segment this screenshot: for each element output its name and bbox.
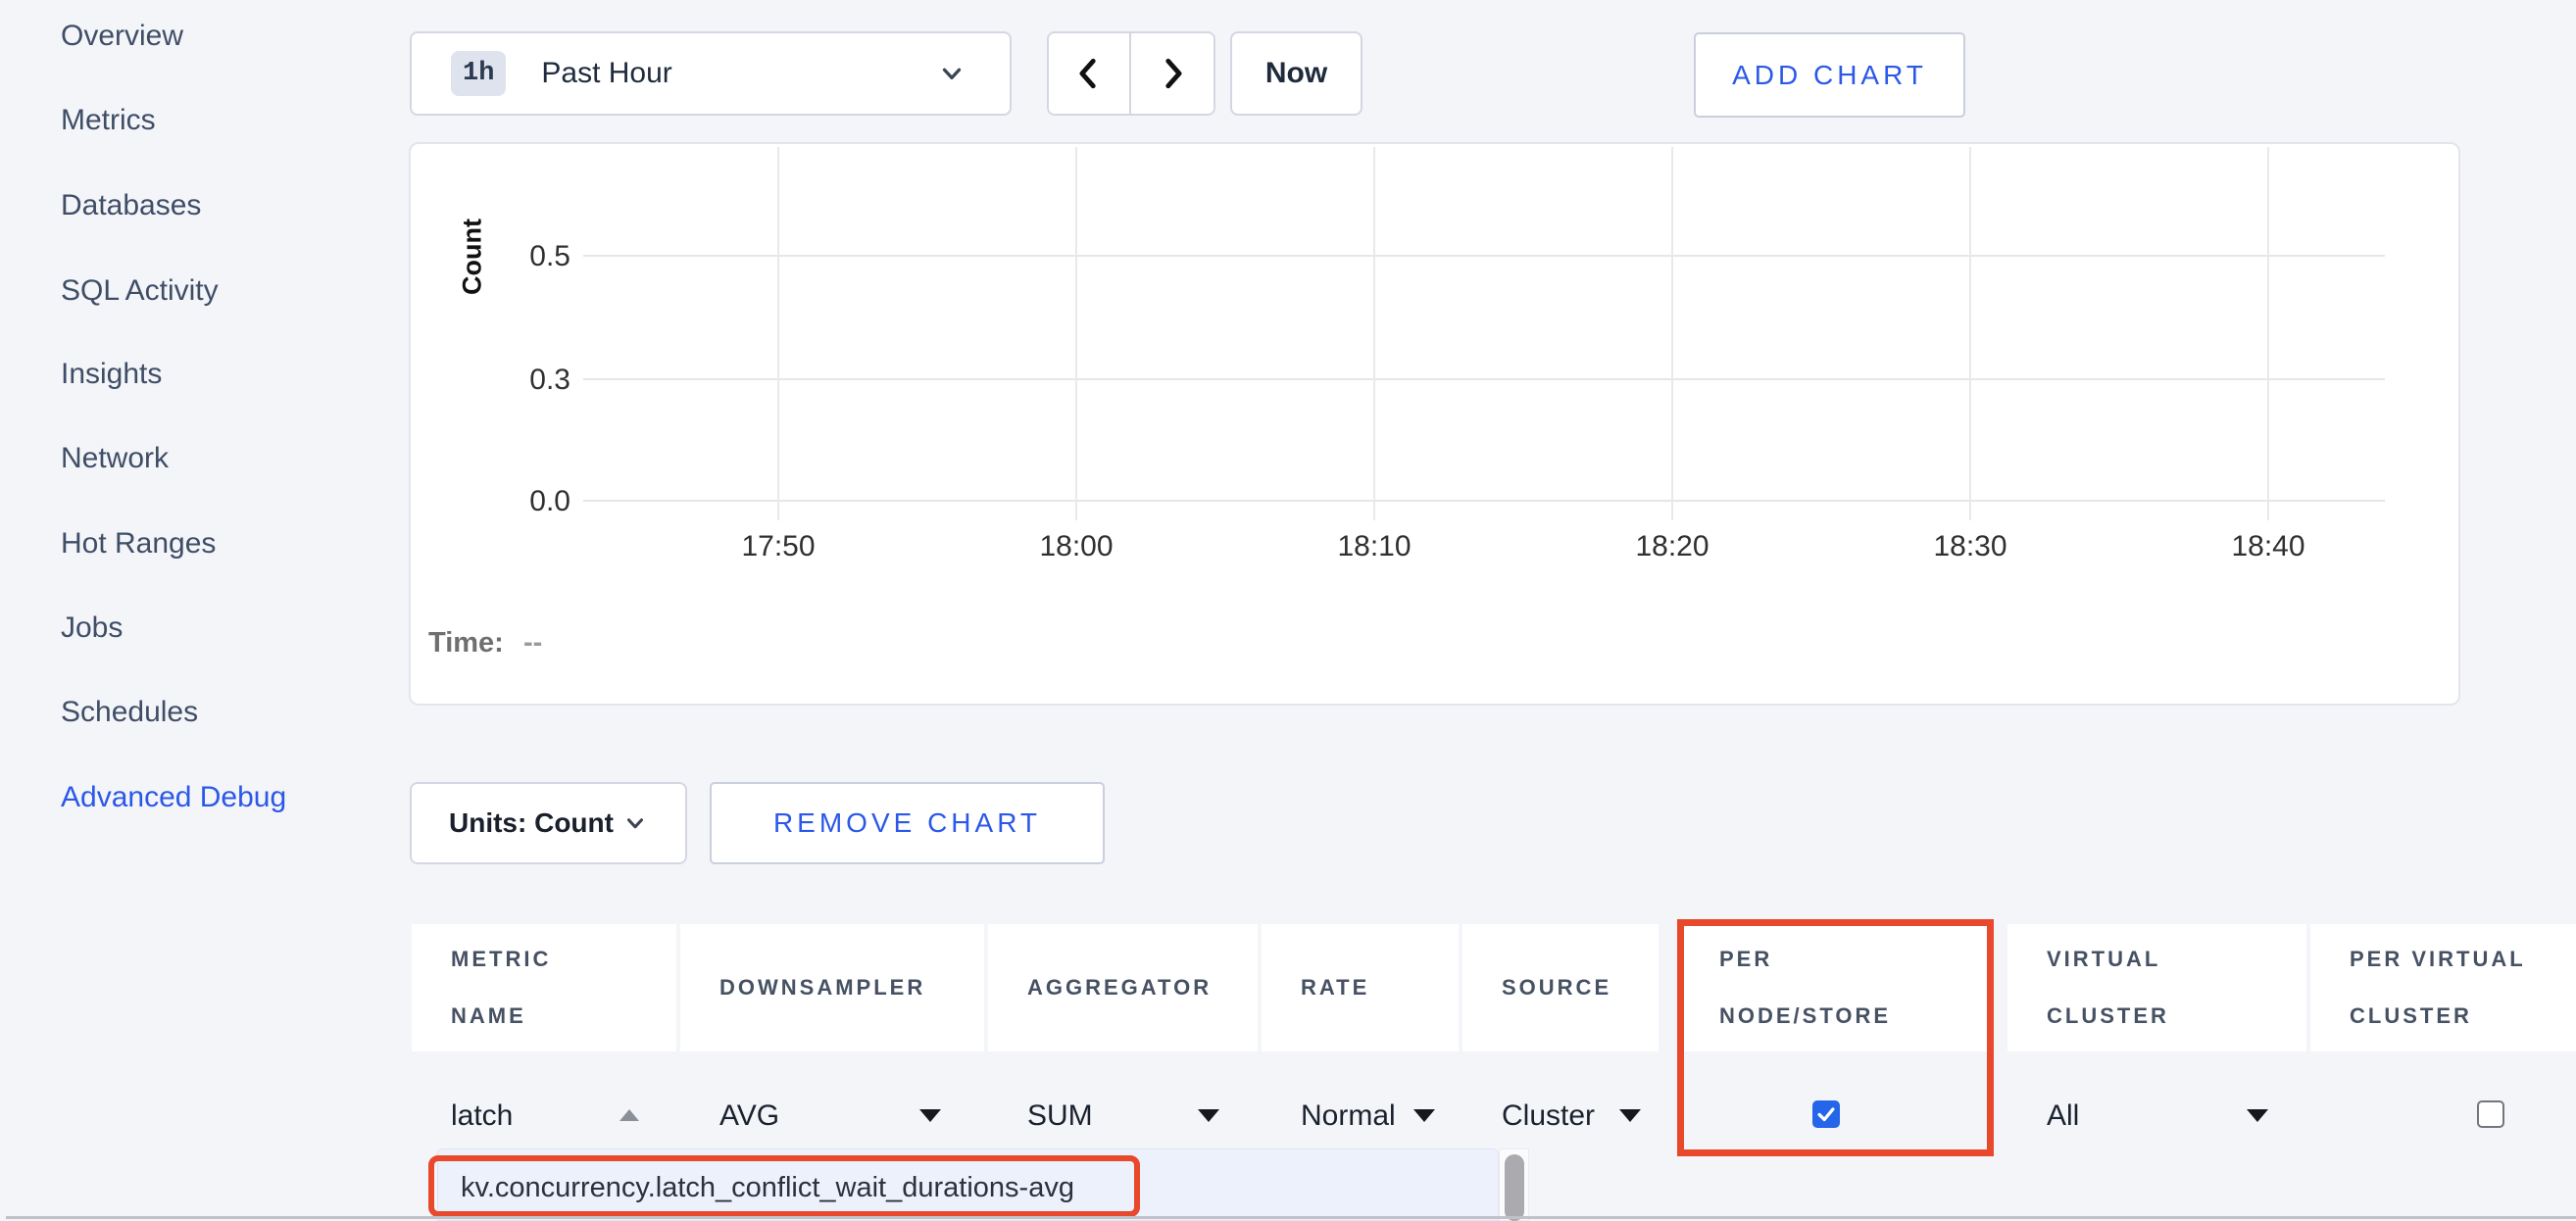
- next-time-button[interactable]: [1131, 33, 1214, 114]
- rate-caret-icon[interactable]: [1413, 1109, 1435, 1122]
- chart-gridline: [1373, 147, 1375, 520]
- chart-gridline: [2267, 147, 2269, 520]
- y-tick-label: 0.5: [472, 240, 570, 273]
- time-range-selector[interactable]: 1h Past Hour: [410, 31, 1012, 116]
- column-header-virtual-cluster: VIRTUAL CLUSTER: [2007, 924, 2306, 1051]
- per-virtual-cluster-checkbox[interactable]: [2477, 1100, 2504, 1128]
- sidebar-item-overview[interactable]: Overview: [61, 16, 183, 57]
- x-tick-label: 18:40: [2200, 530, 2337, 563]
- sidebar-item-jobs[interactable]: Jobs: [61, 608, 123, 649]
- virtual-cluster-caret-icon[interactable]: [2247, 1109, 2268, 1122]
- column-header-source: SOURCE: [1462, 924, 1659, 1051]
- chart-gridline: [1075, 147, 1077, 520]
- units-dropdown[interactable]: Units: Count: [410, 782, 687, 864]
- chart-gridline: [583, 378, 2385, 380]
- column-header-label: PER VIRTUAL CLUSTER: [2350, 931, 2576, 1045]
- column-header-downsampler: DOWNSAMPLER: [680, 924, 984, 1051]
- column-header-label: AGGREGATOR: [1027, 959, 1212, 1016]
- y-tick-label: 0.3: [472, 364, 570, 397]
- column-header-per-node-store: PER NODE/STORE: [1680, 924, 1992, 1051]
- column-header-rate: RATE: [1262, 924, 1459, 1051]
- chart-gridline: [1969, 147, 1971, 520]
- now-button[interactable]: Now: [1230, 31, 1362, 116]
- chart-gridline: [583, 255, 2385, 257]
- time-range-label: Past Hour: [541, 57, 671, 90]
- chevron-down-icon: [937, 59, 966, 88]
- sidebar-item-schedules[interactable]: Schedules: [61, 692, 198, 733]
- x-tick-label: 17:50: [710, 530, 847, 563]
- prev-time-button[interactable]: [1049, 33, 1131, 114]
- sidebar-item-sql-activity[interactable]: SQL Activity: [61, 270, 219, 312]
- chevron-right-icon: [1156, 54, 1189, 93]
- metric-autocomplete-option[interactable]: kv.concurrency.latch_conflict_wait_durat…: [461, 1172, 1074, 1204]
- add-chart-button[interactable]: ADD CHART: [1694, 32, 1965, 118]
- column-header-label: METRIC NAME: [451, 931, 618, 1045]
- chart-gridline: [1671, 147, 1673, 520]
- chevron-left-icon: [1072, 54, 1106, 93]
- rate-select[interactable]: Normal: [1301, 1099, 1396, 1133]
- x-tick-label: 18:30: [1902, 530, 2039, 563]
- source-select[interactable]: Cluster: [1502, 1099, 1595, 1133]
- hover-time-value: --: [523, 627, 542, 659]
- per-node-store-checkbox[interactable]: [1812, 1100, 1840, 1128]
- column-header-label: PER NODE/STORE: [1719, 931, 1920, 1045]
- chart-gridline: [583, 500, 2385, 502]
- x-tick-label: 18:20: [1604, 530, 1741, 563]
- column-header-label: SOURCE: [1502, 959, 1611, 1016]
- checkmark-icon: [1815, 1103, 1837, 1125]
- x-tick-label: 18:00: [1008, 530, 1145, 563]
- column-header-label: RATE: [1301, 959, 1369, 1016]
- metric-name-input[interactable]: latch: [451, 1099, 513, 1133]
- virtual-cluster-select[interactable]: All: [2047, 1099, 2079, 1133]
- time-window-badge: 1h: [451, 51, 506, 96]
- aggregator-select[interactable]: SUM: [1027, 1099, 1093, 1133]
- sort-caret-up-icon[interactable]: [619, 1109, 639, 1121]
- y-tick-label: 0.0: [472, 485, 570, 518]
- chevron-down-icon: [622, 810, 648, 836]
- remove-chart-button[interactable]: REMOVE CHART: [710, 782, 1105, 864]
- sidebar-item-hot-ranges[interactable]: Hot Ranges: [61, 523, 216, 564]
- column-header-label: VIRTUAL CLUSTER: [2047, 931, 2248, 1045]
- sidebar-item-advanced-debug[interactable]: Advanced Debug: [61, 777, 286, 818]
- hover-time-label: Time:: [428, 627, 504, 659]
- downsampler-select[interactable]: AVG: [719, 1099, 779, 1133]
- aggregator-caret-icon[interactable]: [1198, 1109, 1219, 1122]
- column-header-per-virtual-cluster: PER VIRTUAL CLUSTER: [2310, 924, 2576, 1051]
- column-header-aggregator: AGGREGATOR: [988, 924, 1258, 1051]
- source-caret-icon[interactable]: [1619, 1109, 1641, 1122]
- chart-panel: [409, 142, 2460, 706]
- units-dropdown-label: Units: Count: [449, 807, 614, 839]
- x-tick-label: 18:10: [1306, 530, 1443, 563]
- sidebar-item-insights[interactable]: Insights: [61, 354, 162, 395]
- chart-gridline: [777, 147, 779, 520]
- downsampler-caret-icon[interactable]: [919, 1109, 941, 1122]
- time-nav-arrows: [1047, 31, 1215, 116]
- dropdown-scrollbar-thumb[interactable]: [1505, 1154, 1524, 1221]
- column-header-label: DOWNSAMPLER: [719, 959, 925, 1016]
- bottom-divider: [6, 1216, 2576, 1219]
- column-header-metric-name: METRIC NAME: [412, 924, 676, 1051]
- sidebar-item-databases[interactable]: Databases: [61, 185, 201, 226]
- sidebar-item-metrics[interactable]: Metrics: [61, 100, 156, 141]
- sidebar-item-network[interactable]: Network: [61, 438, 169, 479]
